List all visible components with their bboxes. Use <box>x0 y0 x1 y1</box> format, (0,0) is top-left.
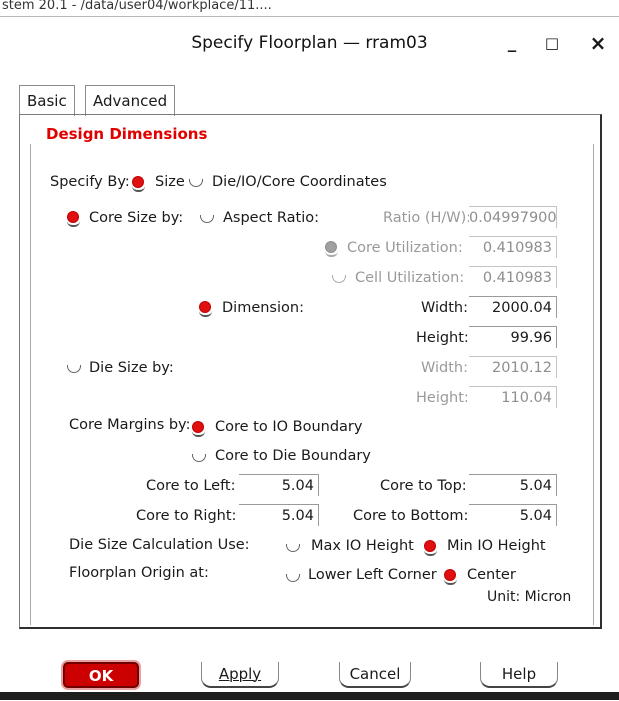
core-size-label[interactable]: Core Size by: <box>89 208 183 228</box>
help-button-label: Help <box>501 665 537 683</box>
core-width-field[interactable]: 2000.04 <box>469 296 557 318</box>
cell-utilization-label[interactable]: Cell Utilization: <box>355 268 464 288</box>
min-io-height-radio[interactable] <box>424 541 437 556</box>
unit-label: Unit: Micron <box>487 589 572 605</box>
core-to-die-radio[interactable] <box>192 452 206 465</box>
ratio-field[interactable]: 0.04997900 <box>469 206 557 228</box>
apply-button[interactable]: Apply <box>201 662 279 688</box>
dimension-radio[interactable] <box>199 302 212 317</box>
dimension-label[interactable]: Dimension: <box>222 298 304 318</box>
maximize-button[interactable]: □ <box>537 17 567 69</box>
die-calc-label: Die Size Calculation Use: <box>69 537 250 553</box>
max-io-height-radio[interactable] <box>286 542 300 555</box>
core-to-bottom-label: Core to Bottom: <box>353 508 469 524</box>
apply-button-label: Apply <box>218 665 262 683</box>
specify-by-size-label[interactable]: Size <box>155 172 185 192</box>
cancel-button[interactable]: Cancel <box>339 662 411 688</box>
specify-by-size-radio[interactable] <box>132 177 145 192</box>
min-io-height-label[interactable]: Min IO Height <box>447 536 546 556</box>
die-size-radio[interactable] <box>67 363 81 376</box>
cell-utilization-radio[interactable] <box>332 273 346 286</box>
die-width-field[interactable]: 2010.12 <box>469 356 557 378</box>
max-io-height-label[interactable]: Max IO Height <box>311 536 414 556</box>
specify-by-label: Specify By: <box>50 174 130 190</box>
core-to-top-label: Core to Top: <box>380 478 467 494</box>
core-to-io-label[interactable]: Core to IO Boundary <box>215 417 362 437</box>
core-to-right-label: Core to Right: <box>136 508 237 524</box>
core-size-radio[interactable] <box>67 212 80 227</box>
specify-by-coords-radio[interactable] <box>189 177 203 190</box>
specify-by-coords-label[interactable]: Die/IO/Core Coordinates <box>212 172 387 192</box>
ratio-label: Ratio (H/W): <box>383 210 472 226</box>
core-utilization-label[interactable]: Core Utilization: <box>347 238 463 258</box>
cell-utilization-field[interactable]: 0.410983 <box>469 266 557 288</box>
ok-button[interactable]: OK <box>63 662 139 688</box>
core-margins-label: Core Margins by: <box>69 417 191 433</box>
core-to-bottom-field[interactable]: 5.04 <box>469 504 557 526</box>
help-button[interactable]: Help <box>480 662 558 688</box>
core-width-label: Width: <box>421 300 469 316</box>
core-to-top-field[interactable]: 5.04 <box>469 474 557 496</box>
cancel-button-label: Cancel <box>349 665 401 683</box>
tab-advanced[interactable]: Advanced <box>85 85 176 116</box>
die-size-label[interactable]: Die Size by: <box>89 358 174 378</box>
die-height-field[interactable]: 110.04 <box>469 386 557 408</box>
window-bottom-edge <box>0 692 619 700</box>
core-to-io-radio[interactable] <box>192 422 205 437</box>
tab-basic[interactable]: Basic <box>19 85 75 116</box>
core-height-field[interactable]: 99.96 <box>469 326 557 348</box>
origin-label: Floorplan Origin at: <box>69 565 209 581</box>
background-window-title: stem 20.1 - /data/user04/workplace/11...… <box>0 0 619 16</box>
core-to-left-label: Core to Left: <box>146 478 236 494</box>
core-to-die-label[interactable]: Core to Die Boundary <box>215 446 371 466</box>
close-button[interactable]: × <box>583 17 613 69</box>
lower-left-label[interactable]: Lower Left Corner <box>308 565 437 585</box>
center-label[interactable]: Center <box>467 565 516 585</box>
core-to-right-field[interactable]: 5.04 <box>239 504 319 526</box>
core-to-left-field[interactable]: 5.04 <box>239 474 319 496</box>
core-utilization-field[interactable]: 0.410983 <box>469 236 557 258</box>
center-radio[interactable] <box>444 570 457 585</box>
aspect-ratio-label[interactable]: Aspect Ratio: <box>223 208 319 228</box>
title-bar[interactable]: Specify Floorplan — rram03 _ □ × <box>0 17 619 69</box>
die-width-label: Width: <box>421 360 469 376</box>
minimize-button[interactable]: _ <box>497 17 527 69</box>
aspect-ratio-radio[interactable] <box>200 213 214 226</box>
core-height-label: Height: <box>416 330 469 346</box>
specify-floorplan-dialog: Specify Floorplan — rram03 _ □ × Basic A… <box>0 16 619 701</box>
core-utilization-radio[interactable] <box>325 242 338 257</box>
die-height-label: Height: <box>416 390 469 406</box>
group-title: Design Dimensions <box>46 125 208 143</box>
lower-left-radio[interactable] <box>286 572 300 585</box>
